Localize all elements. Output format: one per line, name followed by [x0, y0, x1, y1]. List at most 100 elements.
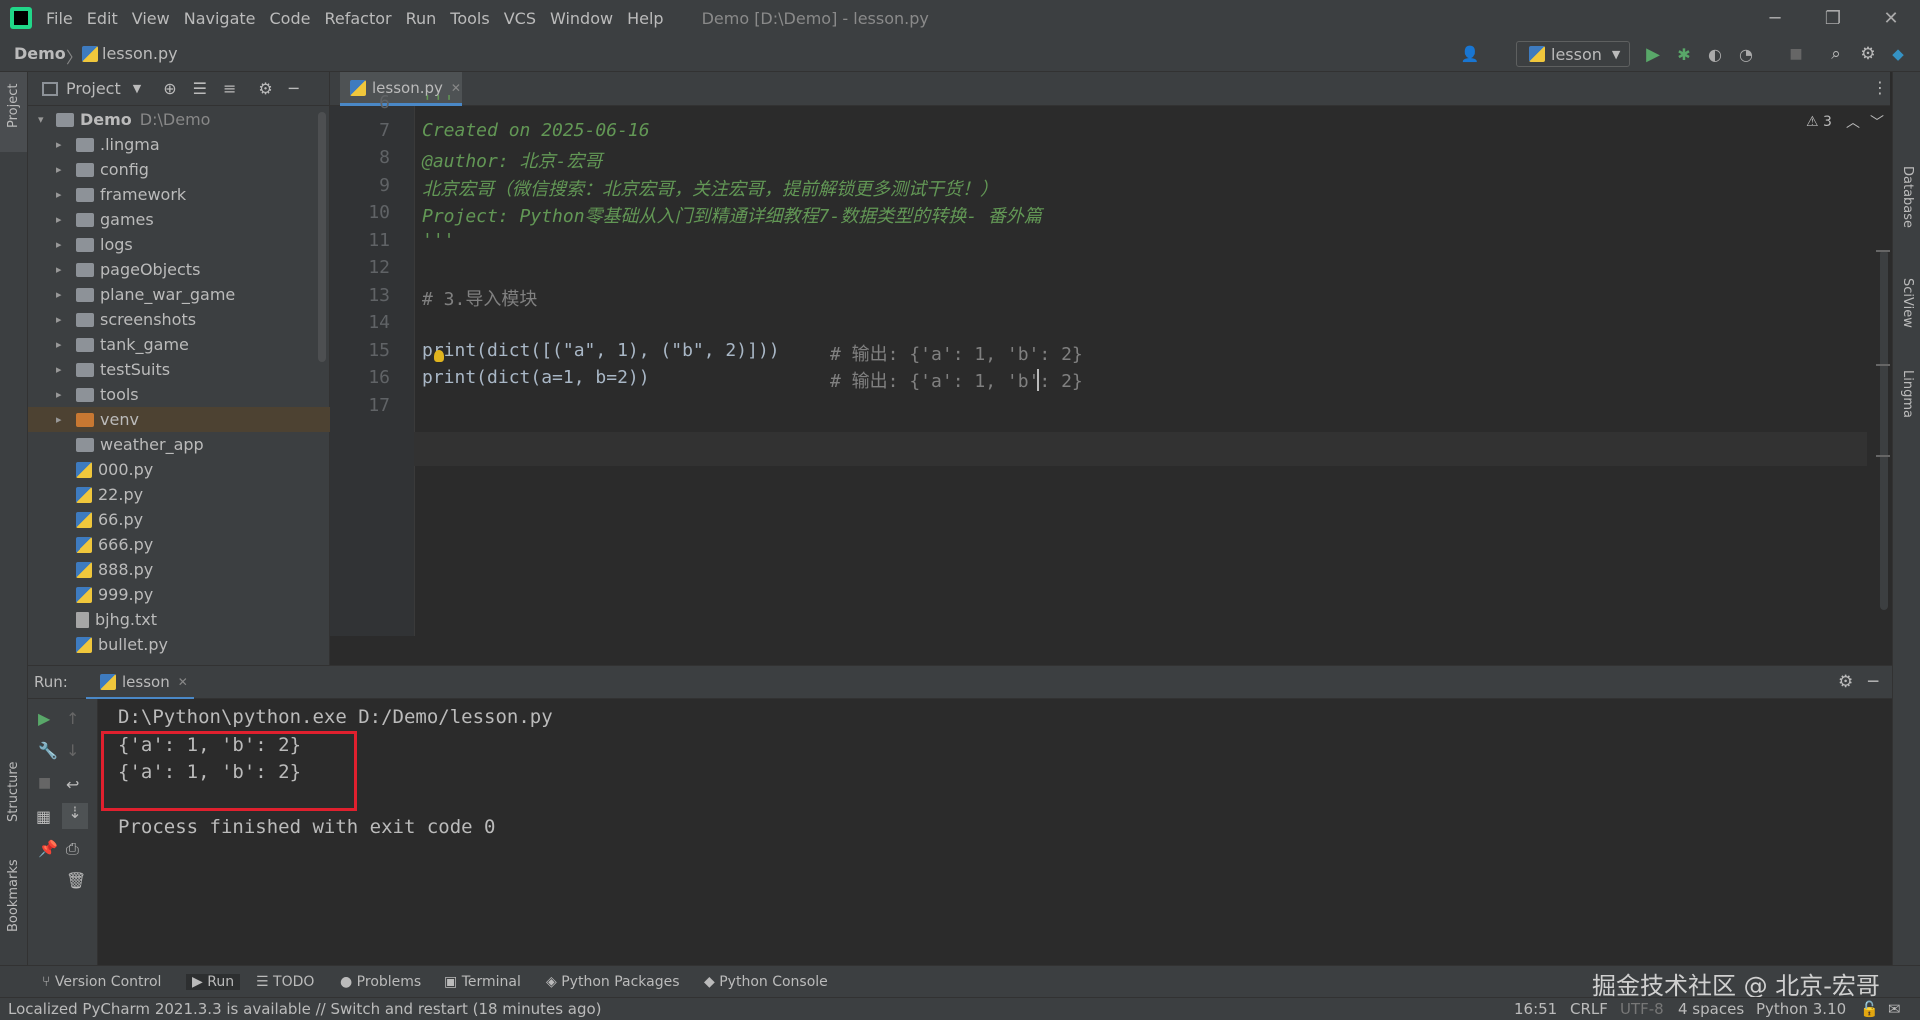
tree-item[interactable]: 22.py — [28, 482, 330, 507]
lightbulb-icon[interactable] — [434, 349, 444, 362]
hide-icon[interactable]: ─ — [289, 79, 299, 98]
tool-run[interactable]: ▶ Run — [186, 974, 241, 990]
tool-todo[interactable]: ☰ TODO — [256, 974, 314, 990]
menu-view[interactable]: View — [132, 9, 170, 28]
menu-tools[interactable]: Tools — [450, 9, 489, 28]
tool-version-control[interactable]: ⑂ Version Control — [42, 974, 161, 990]
locate-icon[interactable]: ⊕ — [163, 79, 176, 98]
menu-vcs[interactable]: VCS — [504, 9, 536, 28]
file-encoding[interactable]: UTF-8 — [1620, 1000, 1664, 1018]
cursor-position[interactable]: 16:51 — [1514, 1000, 1557, 1018]
pin-icon[interactable]: 📌 — [38, 839, 58, 858]
tree-item[interactable]: ▸ tools — [28, 382, 330, 407]
run-tab-lesson[interactable]: lesson ✕ — [86, 666, 194, 700]
interpreter[interactable]: Python 3.10 — [1756, 1000, 1846, 1018]
menu-file[interactable]: File — [46, 9, 73, 28]
tree-item[interactable]: 000.py — [28, 457, 330, 482]
tree-item[interactable]: weather_app — [28, 432, 330, 457]
warnings-indicator[interactable]: ⚠ 3 — [1806, 114, 1832, 130]
tree-item[interactable]: ▸ framework — [28, 182, 330, 207]
menu-refactor[interactable]: Refactor — [324, 9, 391, 28]
tool-problems[interactable]: ● Problems — [340, 974, 421, 990]
close-tab-icon[interactable]: ✕ — [178, 675, 188, 689]
status-message[interactable]: Localized PyCharm 2021.3.3 is available … — [8, 1000, 602, 1018]
more-tabs-icon[interactable]: ⋮ — [1872, 78, 1888, 97]
sciview-tool-label[interactable]: SciView — [1900, 278, 1915, 328]
menu-help[interactable]: Help — [627, 9, 663, 28]
tool-python-console[interactable]: ◆ Python Console — [704, 974, 828, 990]
trash-icon[interactable]: 🗑 — [66, 871, 86, 890]
tree-item[interactable]: ▸ screenshots — [28, 307, 330, 332]
rerun-icon[interactable]: ▶ — [38, 709, 50, 728]
soft-wrap-icon[interactable]: ↩ — [66, 775, 79, 794]
chevron-down-icon[interactable]: ▼ — [133, 82, 141, 95]
layout-icon[interactable]: ▦ — [36, 807, 51, 826]
stop-icon[interactable]: ■ — [1786, 44, 1806, 64]
close-window-button[interactable]: ✕ — [1862, 0, 1920, 36]
tree-item[interactable]: ▸ plane_war_game — [28, 282, 330, 307]
wrench-icon[interactable]: 🔧 — [38, 741, 58, 760]
tree-item[interactable]: ▸ config — [28, 157, 330, 182]
chevron-down-icon: ▼ — [1611, 47, 1621, 61]
tree-item[interactable]: ▸ logs — [28, 232, 330, 257]
coverage-icon[interactable]: ◐ — [1705, 44, 1725, 64]
indent-setting[interactable]: 4 spaces — [1678, 1000, 1744, 1018]
menu-run[interactable]: Run — [406, 9, 437, 28]
tree-item[interactable]: ▸ testSuits — [28, 357, 330, 382]
tool-terminal[interactable]: ▣ Terminal — [444, 974, 521, 990]
run-console[interactable]: D:\Python\python.exe D:/Demo/lesson.py {… — [98, 699, 1892, 965]
breadcrumb-file[interactable]: lesson.py — [102, 44, 178, 63]
project-scrollbar[interactable] — [318, 112, 326, 362]
minimize-button[interactable]: ─ — [1746, 0, 1804, 36]
tree-item[interactable]: bjhg.txt — [28, 607, 330, 632]
menu-code[interactable]: Code — [270, 9, 311, 28]
hide-icon[interactable]: ─ — [1868, 672, 1878, 692]
editor-scrollbar[interactable] — [1880, 250, 1888, 610]
run-config-select[interactable]: lesson ▼ — [1516, 41, 1630, 67]
tree-item[interactable]: 999.py — [28, 582, 330, 607]
tool-python-packages[interactable]: ◈ Python Packages — [546, 974, 680, 990]
tree-item[interactable]: bullet.py — [28, 632, 330, 657]
tree-item[interactable]: 666.py — [28, 532, 330, 557]
gear-icon[interactable]: ⚙ — [258, 79, 272, 98]
run-icon[interactable]: ▶ — [1643, 44, 1663, 65]
debug-icon[interactable]: ✱ — [1674, 44, 1694, 64]
search-icon[interactable]: ⌕ — [1826, 44, 1846, 64]
project-tool-label[interactable]: Project — [6, 84, 21, 128]
collapse-all-icon[interactable]: ≡ — [223, 79, 236, 98]
prev-highlight-icon[interactable]: ︿ — [1846, 112, 1860, 132]
tree-item[interactable]: 66.py — [28, 507, 330, 532]
user-icon[interactable]: 👤 — [1460, 44, 1480, 64]
print-icon[interactable]: ⎙ — [66, 839, 79, 859]
next-highlight-icon[interactable]: ﹀ — [1870, 112, 1884, 132]
menu-navigate[interactable]: Navigate — [184, 9, 256, 28]
profile-icon[interactable]: ◔ — [1736, 44, 1756, 64]
breadcrumb-project[interactable]: Demo — [14, 44, 66, 63]
restore-button[interactable]: ❐ — [1804, 0, 1862, 36]
notifications-icon[interactable]: ✉ — [1888, 1000, 1901, 1018]
stop-icon[interactable]: ■ — [38, 775, 51, 791]
tree-item[interactable]: ▸ .lingma — [28, 132, 330, 157]
tree-root[interactable]: ▾ Demo D:\Demo — [28, 107, 330, 132]
tree-item[interactable]: ▸ pageObjects — [28, 257, 330, 282]
bookmarks-tool-label[interactable]: Bookmarks — [6, 859, 21, 932]
lock-icon[interactable]: 🔓 — [1860, 1000, 1879, 1018]
project-panel-title[interactable]: Project — [66, 79, 121, 98]
arrow-up-icon[interactable]: ↑ — [66, 709, 79, 728]
gear-icon[interactable]: ⚙ — [1838, 672, 1853, 692]
menu-window[interactable]: Window — [550, 9, 613, 28]
plugin-icon[interactable]: ◆ — [1888, 44, 1908, 64]
menu-edit[interactable]: Edit — [87, 9, 118, 28]
arrow-down-icon[interactable]: ↓ — [66, 741, 79, 760]
expand-all-icon[interactable]: ☰ — [193, 79, 207, 98]
tree-item[interactable]: ▸ venv — [28, 407, 330, 432]
scroll-to-end-icon[interactable]: ⇣ — [62, 803, 88, 829]
tree-item[interactable]: 888.py — [28, 557, 330, 582]
tree-item[interactable]: ▸ tank_game — [28, 332, 330, 357]
line-separator[interactable]: CRLF — [1570, 1000, 1608, 1018]
database-tool-label[interactable]: Database — [1900, 166, 1915, 228]
tree-item[interactable]: ▸ games — [28, 207, 330, 232]
gear-icon[interactable]: ⚙ — [1858, 44, 1878, 64]
structure-tool-label[interactable]: Structure — [6, 762, 21, 822]
lingma-tool-label[interactable]: Lingma — [1900, 370, 1915, 418]
